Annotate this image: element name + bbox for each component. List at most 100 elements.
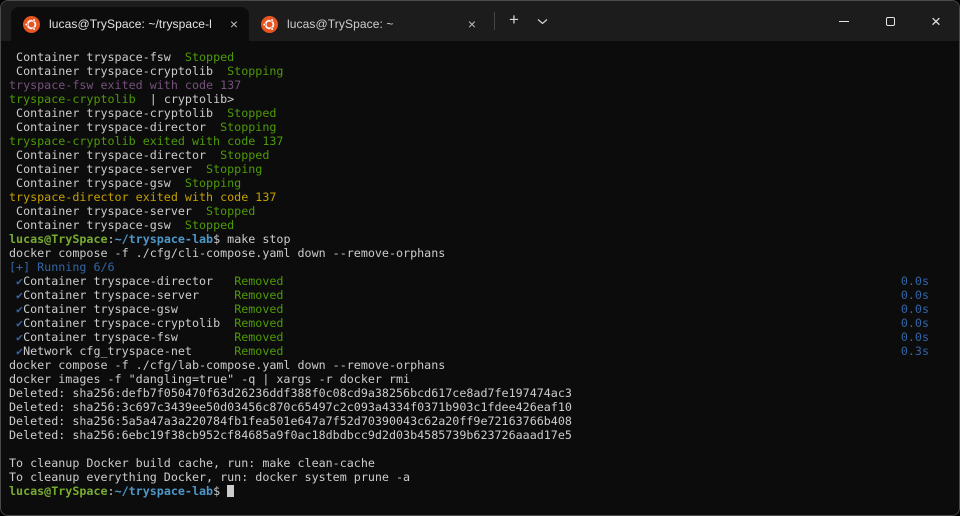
terminal-line: ✔Container tryspace-cryptolib Removed 0.0… <box>9 316 959 330</box>
terminal-text-segment: tryspace-director exited with code 137 <box>9 190 277 204</box>
terminal-text-segment: : <box>107 484 115 498</box>
tab-title: lucas@TrySpace: ~ <box>287 17 394 31</box>
terminal-text-segment: Container tryspace-director <box>23 274 235 288</box>
terminal-line: Container tryspace-cryptolib Stopped <box>9 106 959 120</box>
terminal-text-segment: lucas@TrySpace <box>9 232 108 246</box>
terminal-line: tryspace-fsw exited with code 137 <box>9 78 959 92</box>
tab-bar-divider <box>494 12 495 30</box>
terminal-cursor <box>227 485 235 497</box>
new-tab-button[interactable]: + <box>500 7 528 35</box>
terminal-text-segment: Removed <box>234 274 284 288</box>
terminal-text-segment: tryspace-cryptolib exited with code 137 <box>9 134 284 148</box>
terminal-text-segment: Container tryspace-cryptolib <box>9 106 228 120</box>
terminal-text-segment: ✔ <box>9 344 24 358</box>
terminal-text-segment: $ <box>213 484 228 498</box>
ubuntu-icon <box>23 15 40 33</box>
terminal-line: ✔Container tryspace-gsw Removed 0.0s <box>9 302 959 316</box>
terminal-viewport[interactable]: Container tryspace-fsw Stopped Container… <box>1 41 959 515</box>
terminal-text-segment: Stopping <box>184 176 242 190</box>
tab-dropdown-button[interactable] <box>528 7 556 35</box>
terminal-line: Container tryspace-director Stopping <box>9 120 959 134</box>
terminal-line: Container tryspace-cryptolib Stopping <box>9 64 959 78</box>
terminal-text-segment: Stopping <box>206 162 263 176</box>
terminal-text-segment: Container tryspace-fsw <box>9 50 185 64</box>
terminal-text-segment: make stop <box>227 232 291 246</box>
close-tab-icon[interactable]: × <box>463 15 481 33</box>
terminal-text-segment: Stopping <box>227 64 284 78</box>
terminal-text-segment: Container tryspace-cryptolib <box>23 316 235 330</box>
terminal-text-segment: Removed <box>234 288 284 302</box>
terminal-line: Deleted: sha256:6ebc19f38cb952cf84685a9f… <box>9 428 959 442</box>
terminal-text-segment: tryspace-fsw exited with code 137 <box>9 78 242 92</box>
terminal-text-segment: Removed <box>234 344 284 358</box>
terminal-text-segment: tryspace-cryptolib <box>9 92 143 106</box>
terminal-text-segment: Container tryspace-server <box>9 162 207 176</box>
maximize-button[interactable] <box>867 1 913 41</box>
terminal-text-segment: ✔ <box>9 274 24 288</box>
duration-value: 0.0s <box>900 288 929 302</box>
terminal-line: Deleted: sha256:5a5a47a3a220784fb1fea501… <box>9 414 959 428</box>
terminal-text-segment: Stopped <box>206 204 256 218</box>
duration-value: 0.0s <box>900 330 929 344</box>
terminal-text-segment: ✔ <box>9 302 24 316</box>
terminal-text-segment: Stopped <box>220 148 270 162</box>
terminal-text-segment: Removed <box>234 302 284 316</box>
terminal-text-segment: Stopped <box>184 50 235 64</box>
terminal-line: tryspace-director exited with code 137 <box>9 190 959 204</box>
terminal-text-segment: Container tryspace-gsw <box>9 218 185 232</box>
terminal-text-segment: ✔ <box>9 316 24 330</box>
tab-tryspace-lab[interactable]: lucas@TrySpace: ~/tryspace-l × <box>11 7 249 41</box>
terminal-line: tryspace-cryptolib exited with code 137 <box>9 134 959 148</box>
terminal-line: tryspace-cryptolib | cryptolib> <box>9 92 959 106</box>
duration-value: 0.0s <box>900 316 929 330</box>
terminal-text-segment: Container tryspace-server <box>9 204 207 218</box>
terminal-text-segment: [+] Running 6/6 <box>9 260 115 274</box>
terminal-line: lucas@TrySpace:~/tryspace-lab$ make stop <box>9 232 959 246</box>
terminal-line: ✔Container tryspace-server Removed 0.0s <box>9 288 959 302</box>
terminal-line: Container tryspace-gsw Stopped <box>9 218 959 232</box>
terminal-line: docker images -f "dangling=true" -q | xa… <box>9 372 959 386</box>
terminal-line: Container tryspace-fsw Stopped <box>9 50 959 64</box>
terminal-line: [+] Running 6/6 <box>9 260 959 274</box>
terminal-line: ✔Container tryspace-fsw Removed 0.0s <box>9 330 959 344</box>
duration-value: 0.0s <box>900 302 929 316</box>
terminal-text-segment: Stopped <box>184 218 235 232</box>
terminal-text-segment: docker compose -f ./cfg/cli-compose.yaml… <box>9 246 446 260</box>
tab-title: lucas@TrySpace: ~/tryspace-l <box>49 17 212 31</box>
terminal-line: docker compose -f ./cfg/cli-compose.yaml… <box>9 246 959 260</box>
terminal-line: docker compose -f ./cfg/lab-compose.yaml… <box>9 358 959 372</box>
terminal-text-segment: lucas@TrySpace <box>9 484 108 498</box>
terminal-window: lucas@TrySpace: ~/tryspace-l × lucas@Try… <box>0 0 960 516</box>
terminal-text-segment: Container tryspace-director <box>9 120 221 134</box>
terminal-text-segment: Container tryspace-server <box>23 288 235 302</box>
terminal-text-segment: Container tryspace-fsw <box>23 330 235 344</box>
terminal-line: To cleanup everything Docker, run: docke… <box>9 470 959 484</box>
close-button[interactable]: × <box>913 1 959 41</box>
terminal-text-segment: Deleted: sha256:5a5a47a3a220784fb1fea501… <box>9 414 572 428</box>
maximize-icon <box>885 16 895 26</box>
terminal-text-segment: ~/tryspace-lab <box>114 232 214 246</box>
terminal-line: ✔Container tryspace-director Removed 0.0s <box>9 274 959 288</box>
terminal-text-segment: Container tryspace-gsw <box>23 302 235 316</box>
tab-home[interactable]: lucas@TrySpace: ~ × <box>249 7 487 41</box>
terminal-text-segment: Deleted: sha256:defb7f050470f63d26236ddf… <box>9 386 572 400</box>
duration-value: 0.0s <box>900 274 929 288</box>
minimize-button[interactable] <box>821 1 867 41</box>
terminal-text-segment: Network cfg_tryspace-net <box>23 344 235 358</box>
terminal-line: Deleted: sha256:3c697c3439ee50d03456c870… <box>9 400 959 414</box>
terminal-text-segment: | cryptolib> <box>142 92 235 106</box>
close-tab-icon[interactable]: × <box>225 15 243 33</box>
terminal-text-segment: $ <box>213 232 228 246</box>
terminal-line: Container tryspace-server Stopping <box>9 162 959 176</box>
terminal-text-segment: To cleanup everything Docker, run: docke… <box>9 470 411 484</box>
terminal-text-segment: Stopped <box>227 106 277 120</box>
terminal-text-segment: Deleted: sha256:3c697c3439ee50d03456c870… <box>9 400 572 414</box>
terminal-text-segment: docker images -f "dangling=true" -q | xa… <box>9 372 411 386</box>
terminal-text-segment: Container tryspace-gsw <box>9 176 185 190</box>
terminal-line: Container tryspace-director Stopped <box>9 148 959 162</box>
terminal-text-segment: Container tryspace-director <box>9 148 221 162</box>
titlebar[interactable]: lucas@TrySpace: ~/tryspace-l × lucas@Try… <box>1 1 959 41</box>
terminal-line: To cleanup Docker build cache, run: make… <box>9 456 959 470</box>
terminal-line: Container tryspace-gsw Stopping <box>9 176 959 190</box>
